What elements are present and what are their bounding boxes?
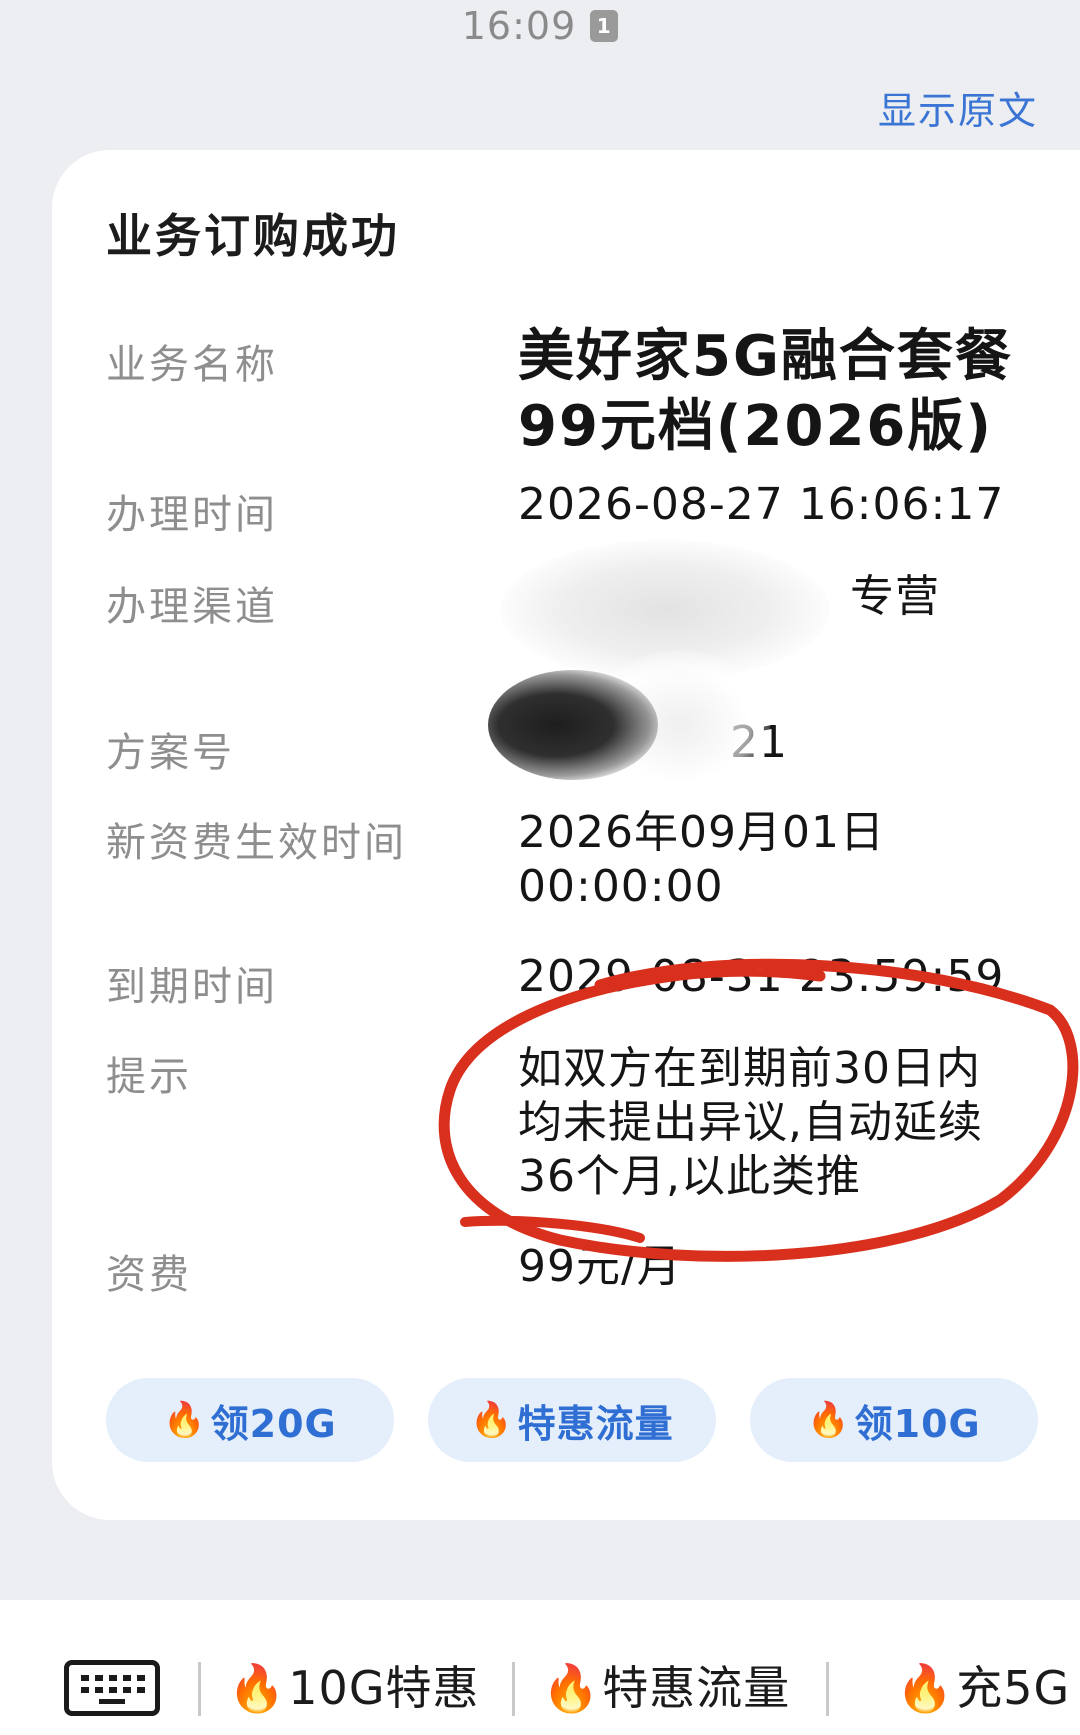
chip-label: 领10G — [854, 1401, 981, 1446]
card-title: 业务订购成功 — [106, 209, 400, 263]
value-service-name: 美好家5G融合套餐 99元档(2026版) — [518, 322, 1013, 462]
keyboard-key — [109, 1687, 117, 1693]
value-fee: 99元/月 — [518, 1241, 682, 1292]
menu-item-special-data[interactable]: 🔥特惠流量 — [542, 1652, 790, 1718]
keyboard-key — [81, 1687, 89, 1693]
keyboard-key — [81, 1675, 89, 1681]
effective-time-line: 00:00:00 — [518, 861, 724, 912]
chip-label: 特惠流量 — [517, 1401, 674, 1446]
chip-get-10g[interactable]: 🔥 领10G — [750, 1378, 1038, 1462]
fire-icon: 🔥 — [163, 1400, 207, 1440]
label-expiry-time: 到期时间 — [106, 964, 278, 1010]
fire-icon: 🔥 — [470, 1400, 514, 1440]
redaction-scribble — [488, 670, 658, 780]
label-new-fee-effective: 新资费生效时间 — [106, 820, 407, 866]
menu-item-10g-special[interactable]: 🔥10G特惠 — [228, 1652, 479, 1718]
keyboard-spacebar — [99, 1699, 125, 1704]
keyboard-key — [109, 1675, 117, 1681]
effective-date-line: 2026年09月01日 — [518, 807, 885, 858]
value-new-fee-effective: 2026年09月01日 00:00:00 — [518, 806, 885, 914]
chip-special-data[interactable]: 🔥 特惠流量 — [428, 1378, 716, 1462]
status-bar: 16:09 1 — [0, 0, 1080, 48]
status-time: 16:09 — [461, 4, 577, 48]
notice-line-1: 如双方在到期前30日内 — [518, 1043, 981, 1094]
keyboard-key — [137, 1687, 145, 1693]
notice-line-2: 均未提出异议,自动延续 — [518, 1097, 983, 1148]
keyboard-key — [123, 1675, 131, 1681]
menu-item-label: 10G特惠 — [288, 1661, 480, 1715]
value-handle-time: 2026-08-27 16:06:17 — [518, 479, 1005, 530]
notification-badge: 1 — [590, 10, 619, 42]
menu-item-label: 特惠流量 — [602, 1661, 791, 1715]
label-fee: 资费 — [106, 1252, 192, 1298]
fire-icon: 🔥 — [896, 1661, 955, 1715]
chip-label: 领20G — [210, 1401, 337, 1446]
menu-divider — [512, 1662, 515, 1716]
label-handle-time: 办理时间 — [106, 492, 278, 538]
fire-icon: 🔥 — [542, 1661, 601, 1715]
menu-divider — [198, 1662, 201, 1716]
service-name-line-1: 美好家5G融合套餐 — [518, 324, 1013, 389]
show-original-link[interactable]: 显示原文 — [878, 80, 1038, 135]
keyboard-key — [137, 1675, 145, 1681]
keyboard-icon[interactable] — [64, 1660, 160, 1716]
notice-line-3: 36个月,以此类推 — [518, 1151, 861, 1202]
service-name-line-2: 99元档(2026版) — [518, 394, 993, 459]
value-expiry-time: 2029-08-31 23:59:59 — [518, 951, 1005, 1002]
label-plan-number: 方案号 — [106, 730, 235, 776]
value-notice: 如双方在到期前30日内 均未提出异议,自动延续 36个月,以此类推 — [518, 1042, 983, 1204]
fire-icon: 🔥 — [228, 1661, 287, 1715]
keyboard-key — [95, 1675, 103, 1681]
label-service-name: 业务名称 — [106, 342, 278, 388]
label-handle-channel: 办理渠道 — [106, 584, 278, 630]
menu-item-label: 充5G — [956, 1661, 1071, 1715]
keyboard-key — [95, 1687, 103, 1693]
value-handle-channel: 专营 — [850, 571, 940, 622]
menu-divider — [826, 1662, 829, 1716]
label-notice: 提示 — [106, 1054, 192, 1100]
menu-item-recharge-5g[interactable]: 🔥充5G — [896, 1652, 1070, 1718]
keyboard-key — [123, 1687, 131, 1693]
fire-icon: 🔥 — [807, 1400, 851, 1440]
chip-get-20g[interactable]: 🔥 领20G — [106, 1378, 394, 1462]
